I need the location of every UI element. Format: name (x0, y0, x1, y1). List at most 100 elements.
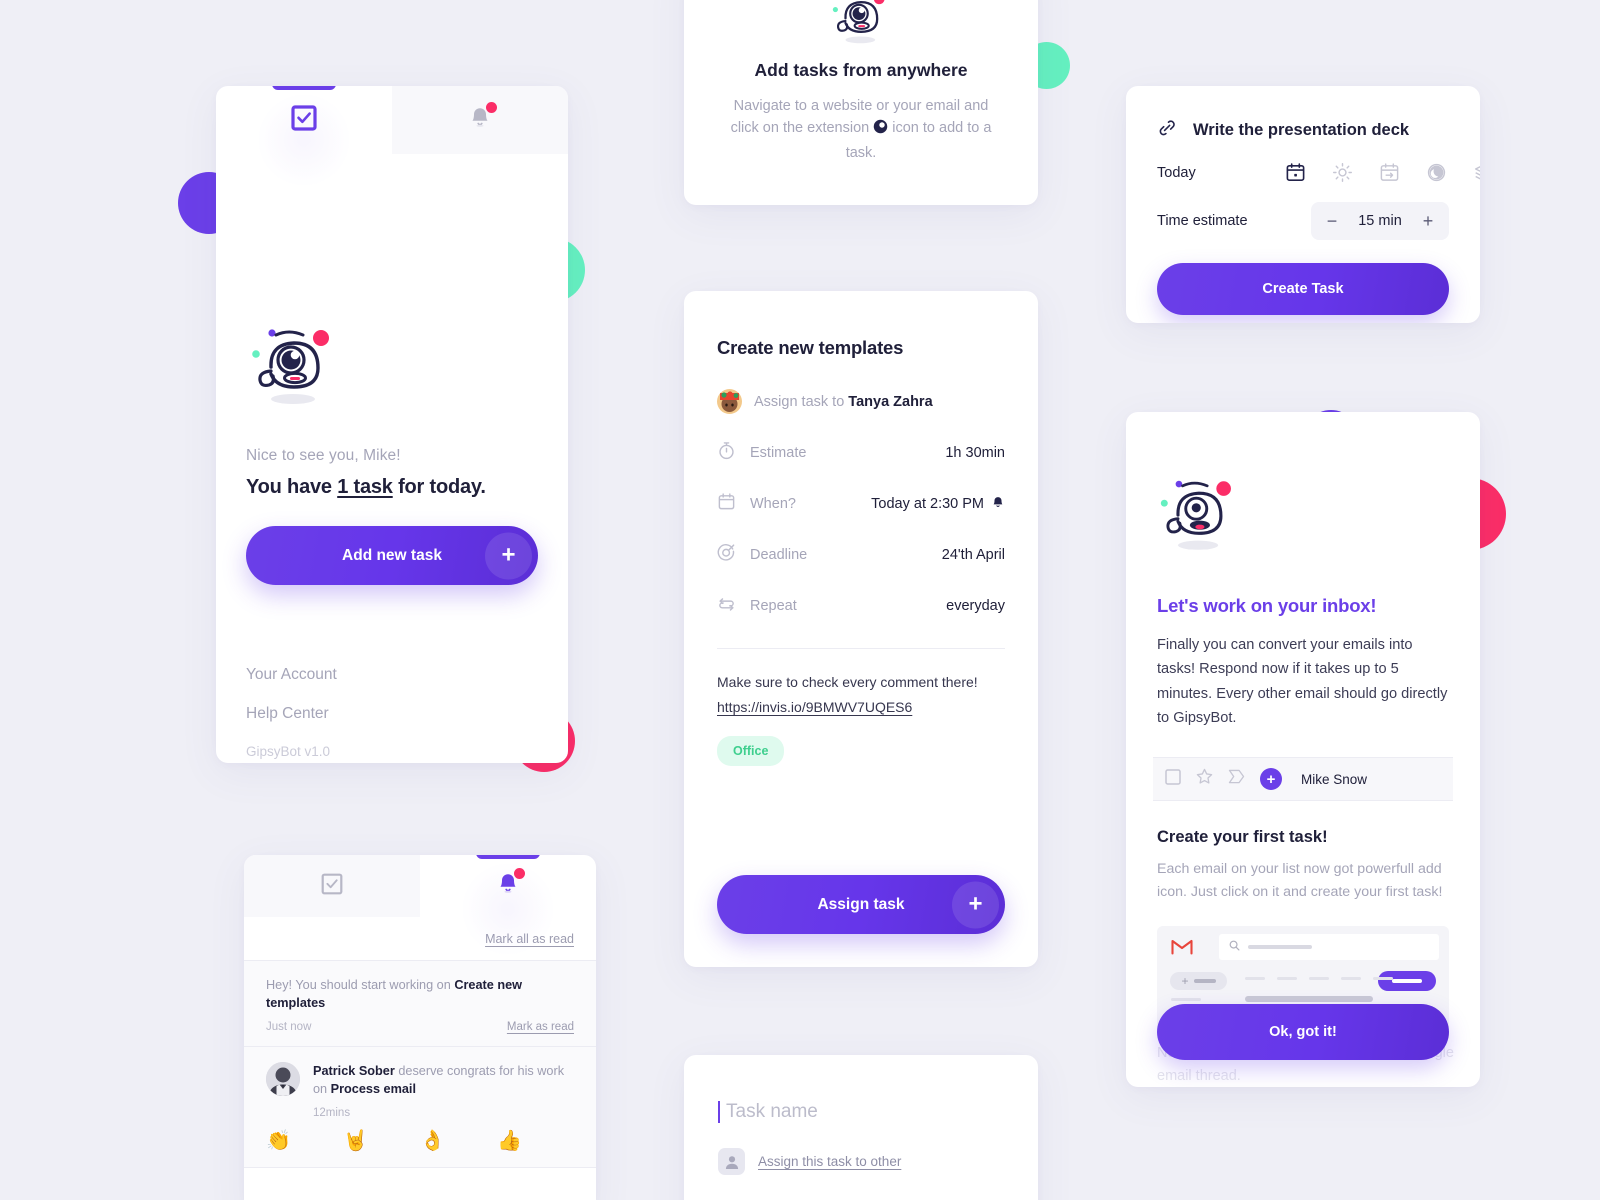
notification-badge (514, 868, 525, 879)
assign-task-row[interactable]: Assign this task to other (718, 1148, 1004, 1175)
assignee-name: Tanya Zahra (848, 393, 933, 410)
calendar-today-icon[interactable] (1285, 162, 1306, 183)
calendar-next-icon[interactable] (1379, 162, 1400, 183)
headline-prefix: You have (246, 476, 338, 498)
avatar-placeholder-icon (718, 1148, 745, 1175)
increment-button[interactable]: + (1411, 204, 1445, 238)
meta-left: Repeat (717, 594, 797, 618)
create-task-card: Write the presentation deck Today Time e… (1126, 86, 1480, 323)
link-help-center[interactable]: Help Center (246, 705, 538, 723)
email-row-preview[interactable]: + Mike Snow (1153, 757, 1453, 802)
line (1373, 976, 1393, 980)
notification-task-name: Process email (330, 1082, 416, 1097)
task-name-input[interactable]: Task name (718, 1101, 1004, 1123)
inbox-body: Let's work on your inbox! Finally you ca… (1126, 412, 1480, 1032)
gmail-add-task-button[interactable] (1378, 970, 1436, 991)
gmail-compose-button[interactable]: + (1170, 971, 1227, 990)
gmail-icon (1171, 938, 1193, 960)
notification-meta: Just now Mark as read (266, 1021, 574, 1033)
mark-as-read-link[interactable]: Mark as read (507, 1021, 574, 1033)
ok-got-it-button[interactable]: Ok, got it! (1157, 1004, 1449, 1060)
notification-author: Patrick Sober (313, 1063, 395, 1078)
add-new-task-button[interactable]: Add new task + (246, 526, 538, 585)
greeting-text: Nice to see you, Mike! (246, 447, 401, 464)
notifications-panel: Mark all as read Hey! You should start w… (244, 855, 596, 1200)
add-new-task-label: Add new task (342, 546, 442, 564)
plus-icon[interactable]: + (485, 532, 532, 579)
meta-value: everyday (946, 598, 1005, 614)
reaction-thumbsup[interactable]: 👍 (497, 1131, 574, 1151)
repeat-icon (717, 594, 736, 618)
plus-icon[interactable]: + (952, 881, 999, 928)
tasks-panel: Nice to see you, Mike! You have 1 task f… (216, 86, 568, 763)
version-label: GipsyBot v1.0 (246, 744, 331, 759)
notification-item-2[interactable]: Patrick Sober deserve congrats for his w… (244, 1046, 596, 1127)
note-text: Make sure to check every comment there! (717, 674, 978, 690)
star-icon[interactable] (1196, 768, 1213, 790)
meta-value: 1h 30min (945, 445, 1005, 461)
add-task-icon[interactable]: + (1260, 768, 1282, 791)
inbox-subtext: Each email on your list now got powerful… (1157, 861, 1443, 901)
layers-icon[interactable] (1473, 162, 1480, 183)
reaction-ok[interactable]: 👌 (420, 1131, 497, 1151)
mascot-illustration-small (718, 0, 1004, 50)
new-task-card: Task name Assign this task to other (684, 1055, 1038, 1200)
notification-badge (486, 102, 497, 113)
notification-time: 12mins (313, 1106, 351, 1119)
meta-label: Repeat (750, 598, 797, 614)
inbox-subtitle: Create your first task! (1157, 828, 1328, 847)
link-your-account[interactable]: Your Account (246, 666, 538, 684)
evening-icon[interactable] (1426, 162, 1447, 183)
line (1309, 976, 1329, 980)
assign-task-button[interactable]: Assign task + (717, 875, 1005, 934)
checkbox-icon[interactable] (1165, 769, 1181, 790)
notification-item-1[interactable]: Hey! You should start working on Create … (244, 961, 596, 1047)
when-label: Today (1157, 164, 1196, 181)
tab-tasks-secondary[interactable] (244, 855, 420, 917)
tab-notifications-active[interactable] (420, 855, 596, 957)
tag-office[interactable]: Office (717, 736, 785, 767)
meta-label: Deadline (750, 547, 808, 563)
decrement-button[interactable]: − (1315, 204, 1349, 238)
create-templates-card: Create new templates Assign task to Tany (684, 291, 1038, 967)
page-title: You have 1 task for today. (246, 476, 538, 499)
stopwatch-icon (717, 441, 736, 465)
meta-row-deadline[interactable]: Deadline 24'th April (717, 543, 1005, 567)
line (1171, 997, 1201, 1001)
meta-row-repeat[interactable]: Repeat everyday (717, 594, 1005, 618)
reaction-rock[interactable]: 🤘 (343, 1131, 420, 1151)
create-task-button[interactable]: Create Task (1157, 263, 1449, 315)
meta-value-wrap: Today at 2:30 PM (871, 495, 1005, 514)
line (1341, 976, 1361, 980)
search-icon (1229, 938, 1240, 956)
sun-icon[interactable] (1332, 162, 1353, 183)
meta-row-when[interactable]: When? Today at 2:30 PM (717, 492, 1005, 516)
note-link[interactable]: https://invis.io/9BMWV7UQES6 (717, 699, 912, 715)
notifications-tab-bar (244, 855, 596, 957)
calendar-icon (717, 492, 736, 516)
add-tasks-anywhere-body: Add tasks from anywhere Navigate to a we… (684, 0, 1038, 164)
button-bar (1392, 979, 1422, 983)
tab-notifications[interactable] (392, 86, 568, 154)
gmail-search-bar[interactable] (1219, 933, 1439, 960)
add-tasks-anywhere-title: Add tasks from anywhere (754, 60, 968, 80)
assignee-row[interactable]: Assign task to Tanya Zahra (717, 389, 1005, 414)
add-tasks-anywhere-description: Navigate to a website or your email and … (718, 95, 1004, 164)
tab-tasks[interactable] (216, 86, 392, 188)
canvas: Nice to see you, Mike! You have 1 task f… (0, 0, 1600, 1200)
meta-row-estimate[interactable]: Estimate 1h 30min (717, 441, 1005, 465)
reaction-row: 👏 🤘 👌 👍 (244, 1126, 596, 1168)
gmail-search-placeholder-bar (1248, 945, 1312, 949)
plus-icon: + (1181, 973, 1189, 988)
reaction-clap[interactable]: 👏 (266, 1131, 343, 1151)
time-estimate-label: Time estimate (1157, 213, 1248, 229)
meta-label: When? (750, 496, 796, 512)
assign-to-other-link[interactable]: Assign this task to other (758, 1154, 901, 1169)
divider (717, 648, 1005, 649)
deck-title-row: Write the presentation deck (1157, 118, 1449, 143)
quantity-stepper: − 15 min + (1311, 202, 1449, 240)
line (1245, 976, 1265, 980)
bell-icon (496, 868, 525, 901)
line (1277, 976, 1297, 980)
label-icon[interactable] (1228, 769, 1245, 789)
